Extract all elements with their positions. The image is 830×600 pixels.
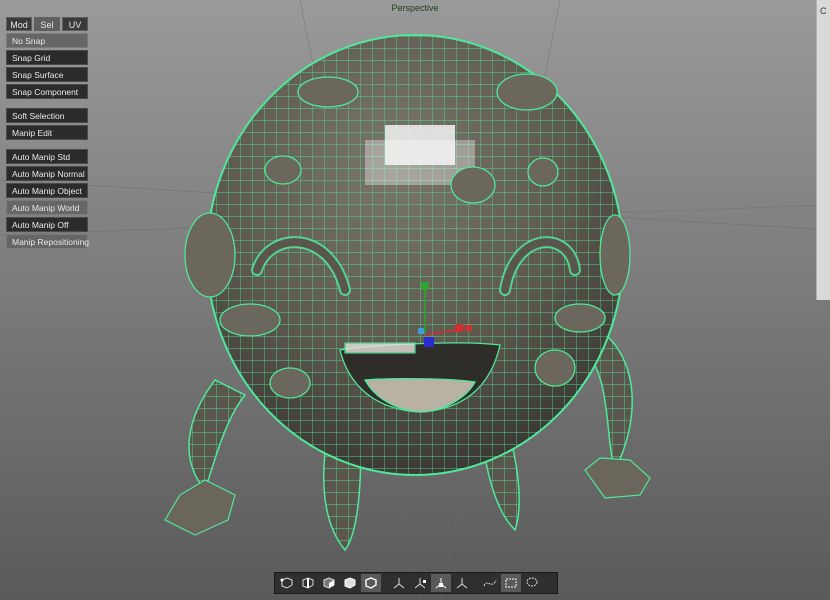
marquee-select-icon[interactable]	[501, 574, 521, 592]
curve-select-icon[interactable]	[480, 574, 500, 592]
snap-surface-button[interactable]: Snap Surface	[6, 67, 88, 82]
auto-manip-world-button[interactable]: Auto Manip World	[6, 200, 88, 215]
tool-panel: Mod Sel UV No Snap Snap Grid Snap Surfac…	[6, 17, 89, 251]
snap-component-button[interactable]: Snap Component	[6, 84, 88, 99]
transform-axis-icon[interactable]	[452, 574, 472, 592]
lasso-select-icon[interactable]	[522, 574, 542, 592]
vertex-mode-icon[interactable]	[277, 574, 297, 592]
rotate-axis-icon[interactable]	[410, 574, 430, 592]
edge-mode-icon[interactable]	[298, 574, 318, 592]
no-snap-button[interactable]: No Snap	[6, 33, 88, 48]
tab-uv[interactable]: UV	[62, 17, 88, 31]
manip-repositioning-button[interactable]: Manip Repositioning	[6, 234, 89, 249]
selection-toolbar	[274, 572, 558, 594]
tab-mod[interactable]: Mod	[6, 17, 32, 31]
scale-axis-icon[interactable]	[431, 574, 451, 592]
side-panel-label: C	[820, 6, 827, 16]
move-axis-icon[interactable]	[389, 574, 409, 592]
face-mode-icon[interactable]	[319, 574, 339, 592]
auto-manip-std-button[interactable]: Auto Manip Std	[6, 149, 88, 164]
object-mode-icon[interactable]	[340, 574, 360, 592]
viewport-title: Perspective	[391, 3, 439, 13]
auto-manip-object-button[interactable]: Auto Manip Object	[6, 183, 88, 198]
tab-sel[interactable]: Sel	[34, 17, 60, 31]
panel-tabs: Mod Sel UV	[6, 17, 88, 31]
soft-selection-button[interactable]: Soft Selection	[6, 108, 88, 123]
manip-edit-button[interactable]: Manip Edit	[6, 125, 88, 140]
perspective-viewport[interactable]	[0, 0, 830, 600]
snap-grid-button[interactable]: Snap Grid	[6, 50, 88, 65]
auto-manip-off-button[interactable]: Auto Manip Off	[6, 217, 88, 232]
shaded-mode-icon[interactable]	[361, 574, 381, 592]
side-panel-edge[interactable]: C	[816, 0, 830, 300]
creature-model	[164, 34, 651, 552]
auto-manip-normal-button[interactable]: Auto Manip Normal	[6, 166, 88, 181]
